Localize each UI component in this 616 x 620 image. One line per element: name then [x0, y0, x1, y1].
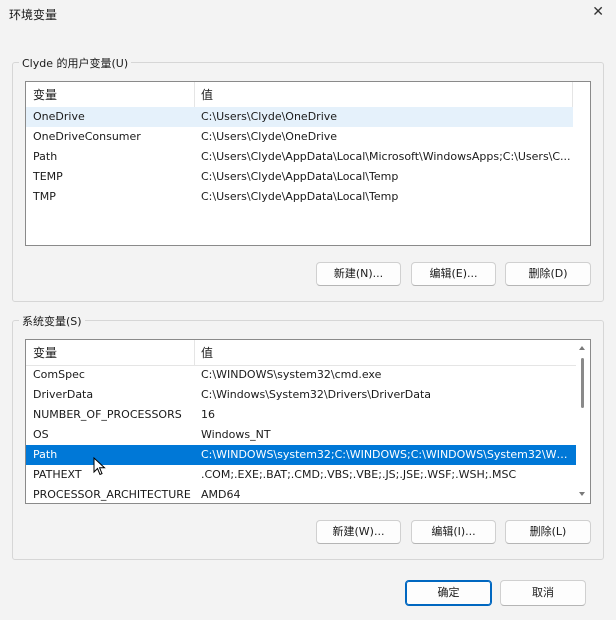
ok-button[interactable]: 确定 [405, 580, 492, 606]
var-value: C:\Users\Clyde\AppData\Local\Temp [201, 170, 399, 183]
scroll-down-icon[interactable] [579, 492, 585, 496]
var-value: C:\WINDOWS\system32;C:\WINDOWS;C:\WINDOW… [201, 448, 573, 461]
var-value: C:\Windows\System32\Drivers\DriverData [201, 388, 432, 401]
scroll-up-icon[interactable] [579, 346, 585, 350]
column-header-value[interactable]: 值 [194, 340, 213, 366]
var-name: Path [33, 150, 58, 163]
window-title: 环境变量 [9, 8, 58, 22]
var-value: C:\Users\Clyde\AppData\Local\Microsoft\W… [201, 150, 571, 163]
var-name: TEMP [33, 170, 63, 183]
table-row[interactable]: Path C:\Users\Clyde\AppData\Local\Micros… [26, 147, 573, 167]
var-value: Windows_NT [201, 428, 271, 441]
close-icon[interactable]: ✕ [592, 4, 604, 20]
var-name: TMP [33, 190, 56, 203]
cancel-button[interactable]: 取消 [500, 580, 586, 606]
user-delete-button[interactable]: 删除(D) [505, 262, 591, 286]
system-vars-label: 系统变量(S) [19, 313, 85, 329]
var-value: C:\WINDOWS\system32\cmd.exe [201, 368, 382, 381]
vertical-scrollbar[interactable] [576, 340, 589, 503]
column-separator[interactable] [572, 82, 573, 108]
var-name: PROCESSOR_ARCHITECTURE [33, 488, 191, 501]
var-name: OneDriveConsumer [33, 130, 141, 143]
table-row[interactable]: PATHEXT .COM;.EXE;.BAT;.CMD;.VBS;.VBE;.J… [26, 465, 576, 485]
system-vars-header: 变量 值 [26, 340, 576, 366]
column-header-value[interactable]: 值 [194, 82, 213, 108]
user-vars-list[interactable]: 变量 值 OneDrive C:\Users\Clyde\OneDrive On… [25, 81, 591, 246]
var-value: C:\Users\Clyde\OneDrive [201, 130, 338, 143]
table-row[interactable]: OS Windows_NT [26, 425, 576, 445]
user-new-button[interactable]: 新建(N)... [316, 262, 401, 286]
table-row[interactable]: DriverData C:\Windows\System32\Drivers\D… [26, 385, 576, 405]
user-vars-header: 变量 值 [26, 82, 573, 108]
var-name: NUMBER_OF_PROCESSORS [33, 408, 182, 421]
var-name: OneDrive [33, 110, 85, 123]
table-row[interactable]: NUMBER_OF_PROCESSORS 16 [26, 405, 576, 425]
var-name: DriverData [33, 388, 94, 401]
var-value: C:\Users\Clyde\OneDrive [201, 110, 338, 123]
system-vars-list[interactable]: 变量 值 ComSpec C:\WINDOWS\system32\cmd.exe… [25, 339, 591, 504]
system-new-button[interactable]: 新建(W)... [316, 520, 401, 544]
var-name: PATHEXT [33, 468, 82, 481]
table-row[interactable]: ComSpec C:\WINDOWS\system32\cmd.exe [26, 365, 576, 385]
scroll-thumb[interactable] [581, 358, 584, 408]
var-name: OS [33, 428, 49, 441]
var-name: Path [33, 448, 58, 461]
table-row-selected[interactable]: Path C:\WINDOWS\system32;C:\WINDOWS;C:\W… [26, 445, 576, 465]
table-row[interactable]: PROCESSOR_ARCHITECTURE AMD64 [26, 485, 576, 503]
table-row[interactable]: TEMP C:\Users\Clyde\AppData\Local\Temp [26, 167, 573, 187]
user-vars-label: Clyde 的用户变量(U) [19, 55, 132, 71]
mouse-cursor-icon [93, 457, 106, 476]
user-edit-button[interactable]: 编辑(E)... [411, 262, 496, 286]
column-header-variable[interactable]: 变量 [26, 340, 57, 366]
var-value: 16 [201, 408, 215, 421]
var-value: C:\Users\Clyde\AppData\Local\Temp [201, 190, 399, 203]
table-row[interactable]: OneDrive C:\Users\Clyde\OneDrive [26, 107, 573, 127]
var-name: ComSpec [33, 368, 85, 381]
var-value: AMD64 [201, 488, 241, 501]
table-row[interactable]: TMP C:\Users\Clyde\AppData\Local\Temp [26, 187, 573, 207]
column-header-variable[interactable]: 变量 [26, 82, 57, 108]
var-value: .COM;.EXE;.BAT;.CMD;.VBS;.VBE;.JS;.JSE;.… [201, 468, 517, 481]
table-row[interactable]: OneDriveConsumer C:\Users\Clyde\OneDrive [26, 127, 573, 147]
system-delete-button[interactable]: 删除(L) [505, 520, 591, 544]
system-edit-button[interactable]: 编辑(I)... [411, 520, 496, 544]
